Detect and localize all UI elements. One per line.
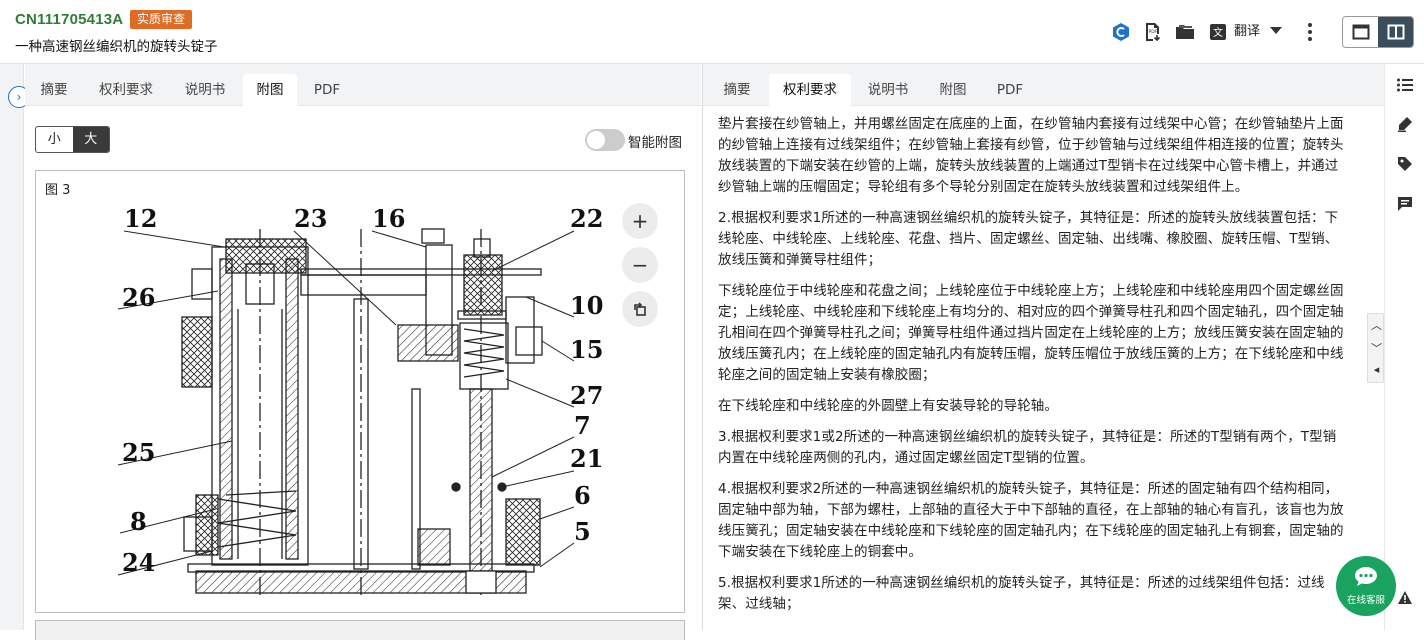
claim-paragraph: 5.根据权利要求1所述的一种高速钢丝编织机的旋转头锭子，其特征是：所述的过线架组…: [718, 575, 1325, 612]
callout-label: 27: [570, 381, 603, 410]
warning-icon[interactable]: [1397, 590, 1413, 605]
rotate-button[interactable]: [622, 291, 658, 327]
chevron-down-icon[interactable]: [1270, 27, 1282, 34]
ai-assistant-icon[interactable]: [1111, 22, 1131, 42]
callout-label: 5: [574, 517, 591, 546]
right-tool-rail: [1384, 64, 1424, 630]
view-mode-toggle[interactable]: [1342, 16, 1414, 48]
callout-label: 8: [130, 507, 147, 536]
callout-label: 6: [574, 481, 591, 510]
left-tab-description[interactable]: 说明书: [175, 74, 235, 106]
callout-label: 15: [570, 335, 603, 364]
chevron-down-icon[interactable]: ﹀: [1368, 340, 1385, 356]
svg-text:文: 文: [1213, 26, 1223, 39]
highlighter-icon[interactable]: [1395, 114, 1415, 134]
patent-drawing: 12 23 16 22 26 10 15 27 7 25 21 6 8 5 24: [117, 204, 603, 599]
right-tab-bar: 摘要 权利要求 说明书 附图 PDF: [703, 64, 1384, 106]
split-view-button[interactable]: [1378, 17, 1413, 47]
callout-label: 23: [294, 204, 327, 233]
size-large-button[interactable]: 大: [72, 127, 109, 152]
online-support-button[interactable]: 在线客服: [1336, 556, 1396, 616]
smart-figure-label: 智能附图: [628, 135, 682, 151]
claim-paragraph: 2.根据权利要求1所述的一种高速钢丝编织机的旋转头锭子，其特征是：所述的旋转头放…: [718, 210, 1339, 268]
list-icon[interactable]: [1395, 75, 1415, 95]
split-pane-icon: [1387, 24, 1404, 40]
size-small-button[interactable]: 小: [36, 127, 73, 152]
zoom-in-button[interactable]: +: [622, 203, 658, 239]
collapse-left-icon[interactable]: ◂: [1368, 363, 1385, 376]
svg-text:PDF: PDF: [1149, 29, 1158, 35]
patent-number: CN111705413A: [15, 11, 124, 28]
status-badge: 实质审查: [130, 10, 193, 29]
top-bar: CN111705413A 实质审查 一种高速钢丝编织机的旋转头锭子 PDF 文 …: [0, 0, 1424, 64]
chevron-up-icon[interactable]: ︿: [1368, 317, 1385, 333]
callout-label: 12: [124, 204, 157, 233]
plus-icon: +: [631, 209, 649, 233]
translate-icon[interactable]: 文: [1208, 22, 1228, 42]
claim-paragraph: 垫片套接在纱管轴上，并用螺丝固定在底座的上面，在纱管轴内套接有过线架中心管；在纱…: [718, 116, 1344, 195]
minus-icon: −: [631, 253, 649, 277]
right-tab-pdf[interactable]: PDF: [987, 74, 1033, 106]
figure-size-toggle[interactable]: 小 大: [35, 126, 110, 153]
left-tab-pdf[interactable]: PDF: [305, 74, 349, 106]
left-tab-claims[interactable]: 权利要求: [87, 74, 165, 106]
claim-paragraph: 4.根据权利要求2所述的一种高速钢丝编织机的旋转头锭子，其特征是：所述的固定轴有…: [718, 481, 1344, 560]
claims-text: 垫片套接在纱管轴上，并用螺丝固定在底座的上面，在纱管轴内套接有过线架中心管；在纱…: [718, 114, 1346, 625]
figure-pane: 摘要 权利要求 说明书 附图 PDF 小 大 智能附图 图 3 12 23 16…: [25, 64, 701, 640]
online-support-label: 在线客服: [1346, 595, 1385, 606]
left-tab-abstract[interactable]: 摘要: [31, 74, 77, 106]
paragraph-nav: ︿ ﹀ ◂: [1367, 313, 1384, 383]
callout-label: 16: [372, 204, 405, 233]
zoom-out-button[interactable]: −: [622, 247, 658, 283]
claims-pane: 摘要 权利要求 说明书 附图 PDF 垫片套接在纱管轴上，并用螺丝固定在底座的上…: [702, 64, 1384, 630]
switch-knob: [587, 131, 605, 149]
single-pane-icon: [1352, 24, 1369, 40]
next-figure-viewer[interactable]: [35, 620, 685, 640]
claim-paragraph: 在下线轮座和中线轮座的外圆壁上有安装导轮的导轮轴。: [718, 398, 1058, 414]
smart-figure-switch[interactable]: [585, 129, 625, 151]
callout-label: 25: [122, 438, 155, 467]
figure-viewer[interactable]: 图 3 12 23 16 22 26 10 15 27 7 25 21 6 8 …: [35, 170, 685, 613]
right-tab-description[interactable]: 说明书: [858, 74, 918, 106]
left-tab-bar: 摘要 权利要求 说明书 附图 PDF: [25, 64, 701, 106]
chat-bubble-icon: [1355, 567, 1377, 586]
left-tab-drawings[interactable]: 附图: [243, 74, 297, 106]
callout-label: 24: [122, 548, 155, 577]
callout-label: 7: [574, 411, 591, 440]
right-tab-abstract[interactable]: 摘要: [713, 74, 761, 106]
chevron-right-icon: ›: [16, 90, 22, 104]
rotate-icon: [634, 302, 646, 316]
comment-icon[interactable]: [1395, 194, 1415, 214]
translate-label[interactable]: 翻译: [1234, 22, 1260, 42]
callout-label: 22: [570, 204, 603, 233]
tag-icon[interactable]: [1395, 154, 1415, 174]
callout-label: 26: [122, 283, 155, 312]
claim-paragraph: 下线轮座位于中线轮座和花盘之间；上线轮座位于中线轮座上方；上线轮座和中线轮座用四…: [718, 283, 1344, 383]
left-rail: [0, 64, 24, 630]
callout-label: 10: [570, 291, 603, 320]
page-title: 一种高速钢丝编织机的旋转头锭子: [15, 39, 218, 55]
folder-icon[interactable]: [1175, 22, 1195, 42]
right-tab-drawings[interactable]: 附图: [927, 74, 979, 106]
claim-paragraph: 3.根据权利要求1或2所述的一种高速钢丝编织机的旋转头锭子，其特征是：所述的T型…: [718, 429, 1337, 466]
right-tab-claims[interactable]: 权利要求: [769, 74, 851, 106]
figure-label: 图 3: [45, 183, 71, 198]
single-view-button[interactable]: [1343, 17, 1378, 47]
pdf-download-icon[interactable]: PDF: [1143, 22, 1163, 42]
more-options-icon[interactable]: [1302, 22, 1318, 42]
callout-label: 21: [570, 444, 603, 473]
